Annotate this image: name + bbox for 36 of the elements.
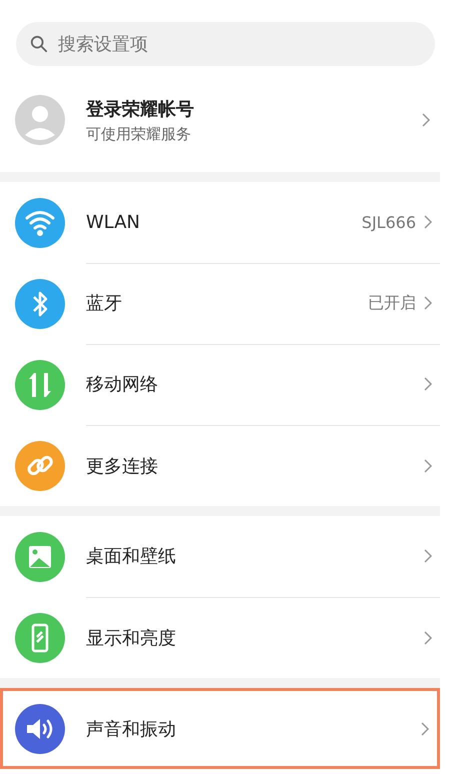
account-subtitle: 可使用荣耀服务 <box>86 124 192 144</box>
settings-item[interactable]: 移动网络 <box>0 344 440 425</box>
settings-item[interactable]: 蓝牙 已开启 <box>0 263 440 344</box>
chevron-icon <box>421 722 429 736</box>
link-icon <box>15 440 65 490</box>
settings-item[interactable]: 声音和振动 <box>0 688 440 769</box>
chevron-icon <box>422 113 430 127</box>
item-label: 显示和亮度 <box>86 626 177 650</box>
search-field[interactable]: 搜索设置项 <box>16 22 435 66</box>
account-title: 登录荣耀帐号 <box>86 98 195 120</box>
item-label: 移动网络 <box>86 373 159 396</box>
settings-item[interactable]: 显示和亮度 <box>0 597 440 678</box>
chevron-icon <box>424 549 432 563</box>
item-value: SJL666 <box>362 212 416 232</box>
item-label: 蓝牙 <box>86 292 123 315</box>
speaker-icon <box>15 704 65 754</box>
wifi-icon <box>15 198 65 248</box>
avatar-icon <box>15 95 65 145</box>
chevron-icon <box>424 630 432 644</box>
account-row[interactable]: 登录荣耀帐号 可使用荣耀服务 <box>0 68 440 172</box>
bluetooth-icon <box>15 278 65 328</box>
image-icon <box>15 532 65 582</box>
item-label: WLAN <box>86 212 142 232</box>
chevron-icon <box>424 377 432 391</box>
settings-item[interactable]: 桌面和壁纸 <box>0 516 440 597</box>
settings-item[interactable]: WLAN SJL666 <box>0 182 440 263</box>
item-label: 更多连接 <box>86 454 159 478</box>
item-value: 已开启 <box>368 292 416 314</box>
arrows-icon <box>15 360 65 410</box>
chevron-icon <box>424 458 432 472</box>
item-label: 声音和振动 <box>86 718 177 740</box>
item-label: 桌面和壁纸 <box>86 545 177 568</box>
settings-item[interactable]: 更多连接 <box>0 425 440 506</box>
phone-icon <box>15 612 65 662</box>
chevron-icon <box>424 215 432 229</box>
chevron-icon <box>424 296 432 310</box>
